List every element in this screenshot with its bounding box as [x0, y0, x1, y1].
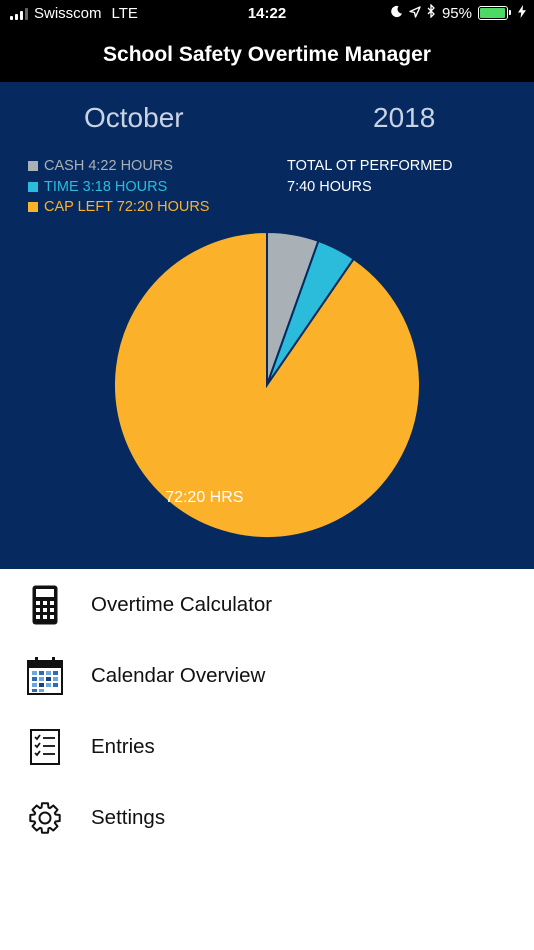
- battery-icon: [478, 6, 511, 20]
- menu-label-calendar-overview: Calendar Overview: [91, 663, 266, 687]
- overtime-pie-chart: 72:20 HRS: [113, 230, 421, 539]
- location-icon: [409, 5, 421, 22]
- menu-item-entries[interactable]: Entries: [0, 711, 534, 782]
- overtime-summary-panel: October 2018 CASH 4:22 HOURS TIME 3:18 H…: [0, 82, 534, 569]
- charging-icon: [518, 4, 526, 22]
- pie-slice-cap-left[interactable]: [113, 230, 421, 539]
- status-right: 95%: [390, 3, 526, 22]
- checklist-icon: [25, 727, 65, 767]
- menu-label-entries: Entries: [91, 734, 155, 758]
- menu-item-calendar-overview[interactable]: Calendar Overview: [0, 640, 534, 711]
- moon-icon: [390, 5, 403, 22]
- menu-item-overtime-calculator[interactable]: Overtime Calculator: [0, 569, 534, 640]
- battery-percent: 95%: [441, 4, 472, 22]
- status-bar: Swisscom LTE 14:22 95%: [0, 0, 534, 28]
- battery-level: [480, 8, 505, 18]
- gear-icon: [25, 798, 65, 838]
- calendar-icon: [25, 656, 65, 696]
- calculator-icon: [25, 585, 65, 625]
- bluetooth-icon: [427, 3, 436, 22]
- menu-label-settings: Settings: [91, 805, 166, 829]
- app-title: School Safety Overtime Manager: [0, 28, 534, 82]
- pie-slice-value-label: 72:20 HRS: [165, 489, 243, 506]
- menu-label-overtime-calculator: Overtime Calculator: [91, 592, 273, 616]
- main-menu: Overtime Calculator Calendar Overview En…: [0, 569, 534, 853]
- menu-item-settings[interactable]: Settings: [0, 782, 534, 853]
